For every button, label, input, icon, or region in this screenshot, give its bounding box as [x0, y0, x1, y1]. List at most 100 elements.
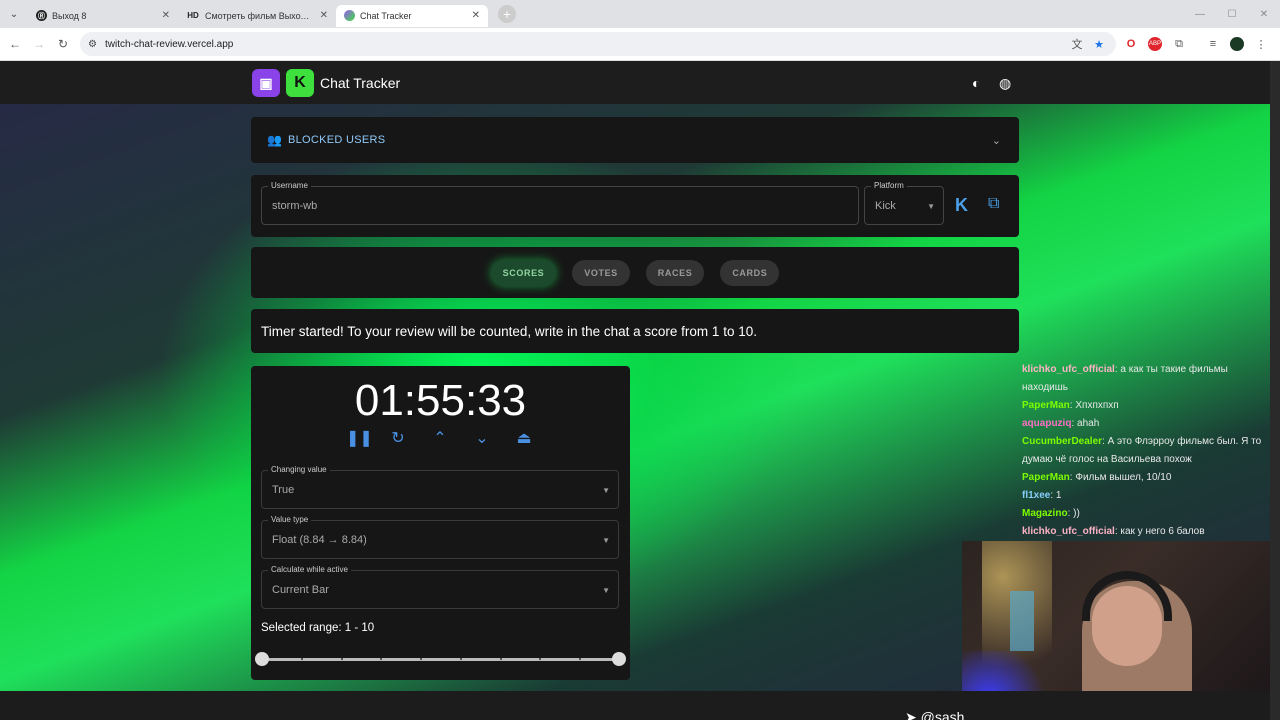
translate-icon[interactable]: 文 [1070, 37, 1084, 51]
chat-message: fl1xee: 1 [1022, 490, 1062, 501]
chat-overlay: klichko_ufc_official: а как ты такие фил… [1022, 361, 1267, 541]
opera-extension-icon[interactable]: O [1124, 37, 1138, 51]
reading-list-icon[interactable]: ≡ [1206, 37, 1220, 51]
close-icon[interactable]: ✕ [472, 10, 480, 21]
timer-panel: 01:55:33 ❚❚ ↻ ⌃ ⌄ ⏏ Changing value True … [251, 366, 630, 680]
chat-message: klichko_ufc_official: как у него 6 балов [1022, 526, 1205, 537]
theme-toggle-icon[interactable]: ◐ [972, 75, 980, 91]
chat-text: как у него 6 балов [1120, 526, 1205, 537]
extensions-icon[interactable]: ⧉ [1172, 37, 1186, 51]
new-tab-button[interactable]: + [498, 5, 516, 23]
chat-username: fl1xee [1022, 490, 1051, 501]
slider-tick [499, 658, 502, 660]
slider-tick [380, 658, 383, 660]
chat-text: Хпхпхпхп [1075, 400, 1119, 411]
chat-message: aquapuziq: ahah [1022, 418, 1100, 429]
chat-username: PaperMan [1022, 400, 1070, 411]
dropdown-arrow-icon: ▼ [602, 586, 610, 595]
chevron-up-icon[interactable]: ⌃ [430, 428, 450, 448]
chat-message: Magazino: )) [1022, 508, 1080, 519]
chat-text: ahah [1077, 418, 1100, 429]
chat-username: Magazino [1022, 508, 1068, 519]
chat-message: CucumberDealer: А это Флэрроу фильмс был… [1022, 436, 1262, 465]
browser-tab-active[interactable]: Chat Tracker ✕ [336, 4, 488, 27]
timer-display: 01:55:33 [354, 376, 527, 425]
close-icon[interactable]: ✕ [162, 10, 170, 21]
eject-icon[interactable]: ⏏ [514, 428, 534, 448]
platform-select[interactable]: Platform Kick ▼ [864, 181, 944, 225]
chevron-down-icon[interactable]: ⌄ [472, 428, 492, 448]
chat-message: klichko_ufc_official: а как ты такие фил… [1022, 364, 1228, 393]
range-slider-min-handle[interactable] [255, 652, 269, 666]
copy-icon[interactable]: ⧉ [988, 195, 999, 213]
username-label: Username [268, 181, 311, 190]
users-group-icon: 👥 [267, 133, 282, 147]
value-type-select[interactable]: Value type Float (8.84 → 8.84) ▼ [261, 515, 619, 559]
tab-cards[interactable]: CARDS [720, 259, 780, 286]
user-settings-panel: Username storm-wb Platform Kick ▼ K ⧉ [251, 175, 1019, 237]
chat-text: Фильм вышел, 10/10 [1075, 472, 1172, 483]
language-globe-icon[interactable]: ◍ [999, 75, 1011, 92]
mode-tabs-panel: SCORES VOTES RACES CARDS [251, 247, 1019, 298]
restart-icon[interactable]: ↻ [388, 428, 408, 448]
calculate-while-active-select[interactable]: Calculate while active Current Bar ▼ [261, 565, 619, 609]
menu-icon[interactable]: ⋮ [1254, 37, 1268, 51]
adblock-extension-icon[interactable]: ABP [1148, 37, 1162, 51]
chevron-down-icon[interactable]: ⌄ [992, 134, 1001, 147]
tab-search-icon[interactable]: ⌄ [0, 0, 28, 28]
maximize-icon[interactable]: ☐ [1216, 0, 1248, 28]
chat-username: klichko_ufc_official [1022, 364, 1115, 375]
tab-title: Chat Tracker [360, 10, 412, 21]
platform-value: Kick [875, 200, 896, 212]
username-field[interactable]: Username storm-wb [261, 181, 859, 225]
address-bar[interactable]: ⚙ twitch-chat-review.vercel.app 文 ★ [80, 32, 1116, 56]
dropdown-arrow-icon: ▼ [927, 202, 935, 211]
blocked-users-accordion[interactable]: 👥 BLOCKED USERS ⌄ [251, 117, 1019, 163]
minimize-icon[interactable]: — [1184, 0, 1216, 28]
app-viewport: ▣ K Chat Tracker ◐ ◍ 👥 BLOCKED USERS ⌄ U… [0, 61, 1280, 720]
pause-icon[interactable]: ❚❚ [346, 428, 373, 448]
tab-title: Смотреть фильм Выход 8 онлайн [205, 10, 314, 21]
back-icon[interactable]: ← [3, 37, 27, 51]
reload-icon[interactable]: ↻ [51, 37, 75, 51]
page-scrollbar[interactable] [1270, 61, 1280, 720]
tab-scores[interactable]: SCORES [490, 259, 557, 286]
chat-username: aquapuziq [1022, 418, 1072, 429]
site-info-icon[interactable]: ⚙ [88, 39, 97, 50]
stream-handle-text: @sash [920, 709, 965, 720]
kick-logo-icon[interactable]: K [286, 69, 314, 97]
close-icon[interactable]: ✕ [320, 10, 328, 21]
tab-favicon: Ⓡ [36, 10, 47, 21]
changing-value-select[interactable]: Changing value True ▼ [261, 465, 619, 509]
slider-tick [340, 658, 343, 660]
range-slider-max-handle[interactable] [612, 652, 626, 666]
changing-value-label: Changing value [268, 465, 330, 474]
slider-tick [459, 658, 462, 660]
chat-username: klichko_ufc_official [1022, 526, 1115, 537]
browser-tab[interactable]: HD Смотреть фильм Выход 8 онлайн ✕ [178, 5, 336, 27]
slider-tick [539, 658, 542, 660]
status-message: Timer started! To your review will be co… [251, 309, 1019, 353]
tab-favicon: HD [187, 11, 199, 20]
bookmark-star-icon[interactable]: ★ [1092, 37, 1106, 51]
selected-range-text: Selected range: 1 - 10 [261, 622, 375, 634]
close-window-icon[interactable]: ✕ [1248, 0, 1280, 28]
browser-toolbar: ← → ↻ ⚙ twitch-chat-review.vercel.app 文 … [0, 28, 1280, 61]
changing-value: True [272, 484, 295, 496]
twitch-logo-icon[interactable]: ▣ [252, 69, 280, 97]
range-slider-track[interactable] [261, 658, 619, 661]
dropdown-arrow-icon: ▼ [602, 536, 610, 545]
browser-tab[interactable]: Ⓡ Выход 8 ✕ [28, 5, 178, 27]
slider-tick [579, 658, 582, 660]
app-header: ▣ K Chat Tracker ◐ ◍ [0, 61, 1270, 104]
chat-message: PaperMan: Фильм вышел, 10/10 [1022, 472, 1172, 483]
tab-votes[interactable]: VOTES [572, 259, 630, 286]
blocked-users-label: BLOCKED USERS [287, 134, 386, 146]
forward-icon[interactable]: → [27, 37, 51, 51]
tab-races[interactable]: RACES [645, 259, 705, 286]
kick-channel-icon[interactable]: K [955, 195, 968, 216]
chat-text: )) [1073, 508, 1080, 519]
chat-message: PaperMan: Хпхпхпхп [1022, 400, 1119, 411]
bottom-bar [0, 691, 1270, 720]
profile-avatar[interactable] [1230, 37, 1244, 51]
